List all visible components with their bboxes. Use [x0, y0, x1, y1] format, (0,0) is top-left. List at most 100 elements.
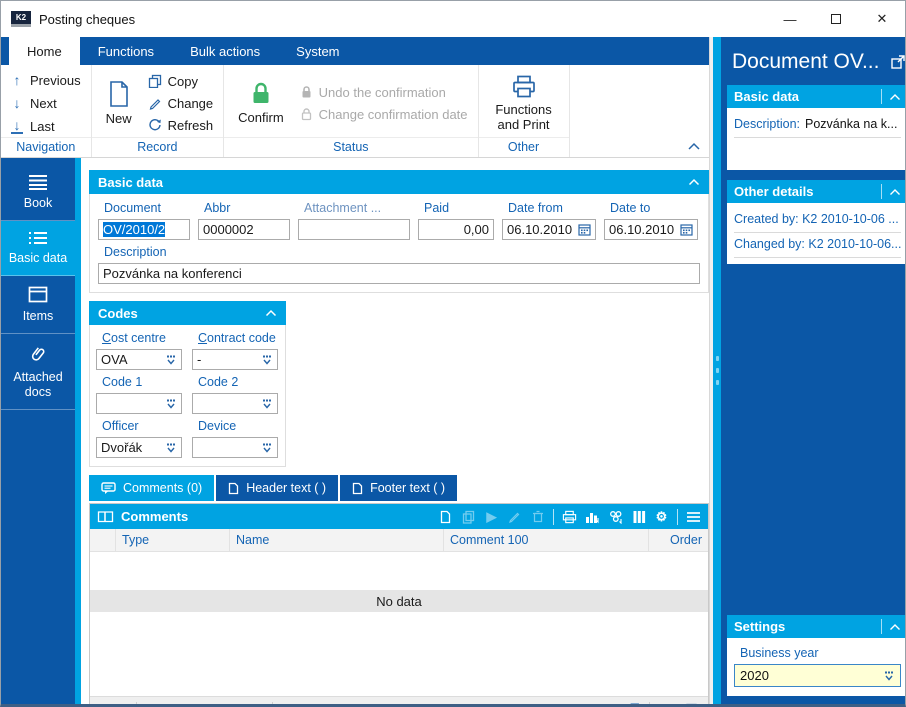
group-label-other: Other [478, 137, 569, 157]
change-confirmation-date-button[interactable]: Change confirmation date [296, 105, 472, 123]
device-label: Device [198, 419, 237, 433]
description-field[interactable]: Pozvánka na konferenci [98, 263, 700, 284]
copy-button[interactable]: Copy [144, 72, 218, 90]
code2-dropdown[interactable] [192, 393, 278, 414]
attachment-field[interactable] [298, 219, 410, 240]
tab-system[interactable]: System [278, 37, 357, 65]
settings-header[interactable]: Settings [727, 615, 905, 638]
column-header-name[interactable]: Name [229, 529, 443, 551]
column-header-order[interactable]: Order [648, 529, 708, 551]
preview-basic-data-header[interactable]: Basic data [727, 85, 905, 108]
last-button[interactable]: ↓ Last [7, 116, 85, 136]
copy-label: Copy [167, 73, 198, 89]
grid-columns-button[interactable] [631, 509, 646, 525]
previous-label: Previous [30, 72, 81, 88]
refresh-button[interactable]: Refresh [144, 116, 218, 134]
tab-functions[interactable]: Functions [80, 37, 172, 65]
code1-dropdown[interactable] [96, 393, 182, 414]
panel-splitter[interactable] [709, 37, 721, 704]
tab-header-text[interactable]: Header text ( ) [216, 475, 339, 501]
paid-label: Paid [424, 201, 450, 215]
open-external-icon[interactable] [890, 54, 906, 70]
codes-panel: Codes Cost centre OVA Contract code - Co… [89, 301, 286, 467]
paid-field[interactable]: 0,00 [418, 219, 494, 240]
abbr-label: Abbr [204, 201, 231, 215]
tab-comments[interactable]: Comments (0) [89, 475, 215, 501]
tab-footer-text-label: Footer text ( ) [370, 481, 446, 495]
minimize-button[interactable]: — [767, 2, 813, 36]
list-icon [29, 232, 47, 244]
sidebar-item-items[interactable]: Items [1, 276, 75, 334]
grid-chart-button[interactable] [585, 509, 600, 525]
ribbon-group-record: New Copy Change Refresh Record [91, 65, 225, 157]
splitter-grip[interactable] [713, 37, 721, 704]
next-button[interactable]: ↓ Next [7, 93, 85, 113]
calendar-icon[interactable] [680, 223, 693, 236]
document-label: Document [104, 201, 161, 215]
tab-footer-text[interactable]: Footer text ( ) [340, 475, 458, 501]
grid-delete-button[interactable] [530, 509, 545, 525]
change-button[interactable]: Change [144, 94, 218, 112]
grid-new-button[interactable] [438, 509, 453, 525]
copy-add-button[interactable] [683, 703, 699, 704]
business-year-dropdown[interactable]: 2020 [734, 664, 902, 687]
chevron-up-icon[interactable] [265, 309, 277, 317]
undo-confirmation-button[interactable]: Undo the confirmation [296, 83, 472, 101]
chevron-up-icon[interactable] [889, 623, 901, 631]
document-icon [352, 482, 363, 494]
officer-label: Officer [102, 419, 139, 433]
officer-dropdown[interactable]: Dvořák [96, 437, 182, 458]
grid-edit-button[interactable] [507, 509, 522, 525]
abbr-field[interactable]: 0000002 [198, 219, 290, 240]
grid-run-button[interactable]: ▶ [484, 509, 499, 525]
chevron-up-icon[interactable] [889, 188, 901, 196]
cost-centre-dropdown[interactable]: OVA [96, 349, 182, 370]
device-dropdown[interactable] [192, 437, 278, 458]
basic-data-header[interactable]: Basic data [89, 170, 709, 194]
preview-description-row: Description: Pozvánka na k... [734, 113, 902, 138]
grid-menu-button[interactable] [686, 509, 701, 525]
functions-and-print-button[interactable]: Functions and Print [485, 73, 563, 134]
column-header-row-selector[interactable] [90, 529, 115, 551]
new-document-icon [109, 81, 128, 107]
document-field[interactable]: OV/2010/2 [98, 219, 190, 240]
ribbon-collapse-button[interactable] [687, 141, 701, 151]
contract-code-label: Contract code [198, 331, 276, 345]
undo-confirmation-label: Undo the confirmation [318, 84, 446, 100]
calendar-icon[interactable] [578, 223, 591, 236]
new-button[interactable]: New [98, 78, 140, 128]
column-header-type[interactable]: Type [115, 529, 229, 551]
date-to-field[interactable]: 06.10.2010 [604, 219, 698, 240]
tab-bulk-actions[interactable]: Bulk actions [172, 37, 278, 65]
date-from-field[interactable]: 06.10.2010 [502, 219, 596, 240]
grid-copy-button[interactable] [461, 509, 476, 525]
created-by-row: Created by: K2 2010-10-06 ... [734, 208, 902, 233]
grid-body[interactable]: No data [90, 590, 708, 696]
maximize-button[interactable] [813, 2, 859, 36]
cost-centre-label: Cost centre [102, 331, 166, 345]
previous-button[interactable]: ↑ Previous [7, 70, 85, 90]
grid-cluster-button[interactable] [608, 509, 623, 525]
codes-header[interactable]: Codes [89, 301, 286, 325]
copy-icon [148, 74, 161, 88]
arrow-down-icon: ↓ [13, 95, 21, 111]
chevron-up-icon[interactable] [889, 93, 901, 101]
grid-settings-button[interactable]: ⚙ [654, 509, 669, 525]
contract-code-dropdown[interactable]: - [192, 349, 278, 370]
menu-icon [29, 175, 47, 190]
tab-home[interactable]: Home [9, 37, 80, 65]
sidebar-item-attached-docs[interactable]: Attached docs [1, 334, 75, 410]
preview-other-details-header[interactable]: Other details [727, 180, 905, 203]
preview-title-row: Document OV... [727, 42, 906, 85]
close-button[interactable]: ✕ [859, 2, 905, 36]
edit-button[interactable] [659, 703, 674, 705]
sidebar-item-book[interactable]: Book [1, 164, 75, 221]
confirm-button[interactable]: Confirm [230, 79, 292, 127]
chevron-up-icon[interactable] [688, 178, 700, 186]
book-icon [97, 511, 114, 523]
grid-print-button[interactable] [562, 509, 577, 525]
column-header-comment[interactable]: Comment 100 [443, 529, 648, 551]
sum-button[interactable]: Σ [630, 700, 640, 704]
refresh-label: Refresh [167, 117, 214, 133]
sidebar-item-basic-data[interactable]: Basic data [1, 221, 75, 276]
